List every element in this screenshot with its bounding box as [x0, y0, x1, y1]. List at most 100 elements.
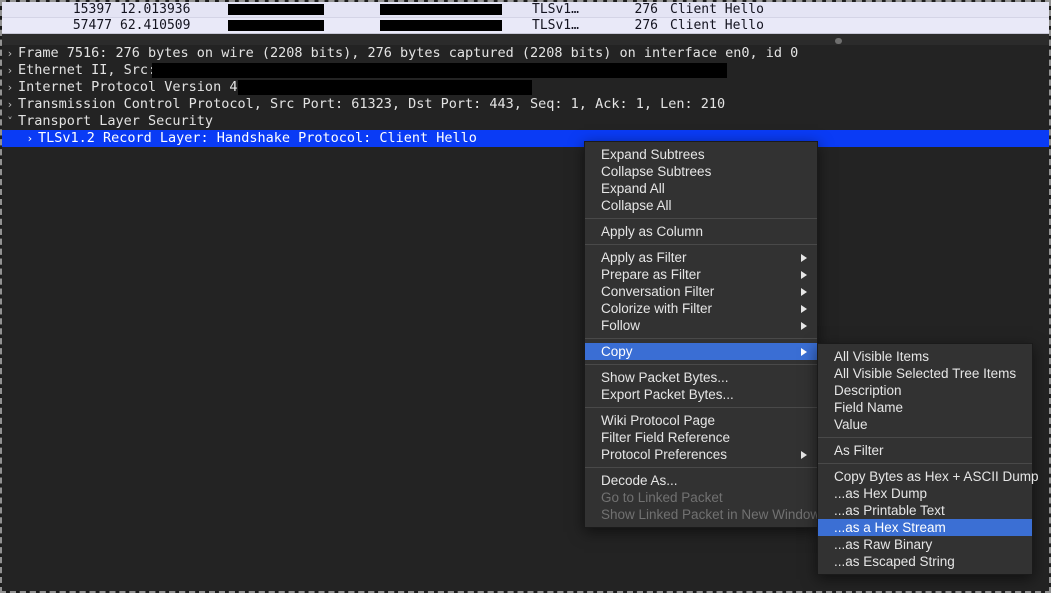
context-menu-item-wiki-protocol-page[interactable]: Wiki Protocol Page — [585, 412, 817, 429]
context-menu-item-collapse-subtrees[interactable]: Collapse Subtrees — [585, 163, 817, 180]
context-menu-item-copy[interactable]: Copy — [585, 343, 817, 360]
packet-detail-row[interactable]: ˅Transport Layer Security — [2, 113, 1049, 130]
packet-no: 15397 — [2, 2, 112, 17]
menu-item-label: Decode As... — [601, 473, 678, 488]
context-menu-item-collapse-all[interactable]: Collapse All — [585, 197, 817, 214]
menu-item-label: Show Packet Bytes... — [601, 370, 729, 385]
collapsed-twisty-icon[interactable]: › — [2, 79, 18, 96]
context-menu-item-export-packet-bytes[interactable]: Export Packet Bytes... — [585, 386, 817, 403]
packet-detail-label: Frame 7516: 276 bytes on wire (2208 bits… — [18, 45, 798, 61]
context-menu-separator — [585, 338, 817, 339]
menu-item-label: Copy Bytes as Hex + ASCII Dump — [834, 469, 1038, 484]
redacted-source-address — [228, 20, 324, 31]
packet-list-row[interactable]: 1539712.013936TLSv1…276Client Hello — [2, 2, 1049, 17]
menu-item-label: Show Linked Packet in New Window — [601, 507, 820, 522]
copy-submenu-item-as-filter[interactable]: As Filter — [818, 442, 1032, 459]
context-menu-separator — [585, 364, 817, 365]
context-menu-item-prepare-as-filter[interactable]: Prepare as Filter — [585, 266, 817, 283]
menu-item-label: Filter Field Reference — [601, 430, 730, 445]
menu-item-label: Description — [834, 383, 902, 398]
packet-detail-label: TLSv1.2 Record Layer: Handshake Protocol… — [38, 130, 477, 146]
context-menu-item-expand-subtrees[interactable]: Expand Subtrees — [585, 146, 817, 163]
context-menu-separator — [585, 218, 817, 219]
context-menu-separator — [585, 244, 817, 245]
packet-time: 62.410509 — [120, 18, 190, 33]
copy-submenu-item-value[interactable]: Value — [818, 416, 1032, 433]
context-menu-item-go-to-linked-packet: Go to Linked Packet — [585, 489, 817, 506]
context-menu-item-follow[interactable]: Follow — [585, 317, 817, 334]
collapsed-twisty-icon[interactable]: › — [2, 45, 18, 62]
copy-submenu-item-as-hex-dump[interactable]: ...as Hex Dump — [818, 485, 1032, 502]
copy-submenu-item-description[interactable]: Description — [818, 382, 1032, 399]
context-menu-item-decode-as[interactable]: Decode As... — [585, 472, 817, 489]
menu-item-label: ...as Printable Text — [834, 503, 945, 518]
copy-submenu-separator — [818, 463, 1032, 464]
collapsed-twisty-icon[interactable]: › — [22, 130, 38, 147]
menu-item-label: Field Name — [834, 400, 903, 415]
packet-detail-row[interactable]: ›Ethernet II, Src: — [2, 62, 1049, 79]
menu-item-label: All Visible Selected Tree Items — [834, 366, 1016, 381]
menu-item-label: ...as Hex Dump — [834, 486, 927, 501]
copy-submenu-item-as-raw-binary[interactable]: ...as Raw Binary — [818, 536, 1032, 553]
copy-submenu-item-field-name[interactable]: Field Name — [818, 399, 1032, 416]
context-menu-item-protocol-preferences[interactable]: Protocol Preferences — [585, 446, 817, 463]
copy-submenu-item-as-escaped-string[interactable]: ...as Escaped String — [818, 553, 1032, 570]
menu-item-label: Follow — [601, 318, 640, 333]
context-menu-item-apply-as-column[interactable]: Apply as Column — [585, 223, 817, 240]
submenu-arrow-icon — [801, 254, 807, 262]
packet-detail-label: Ethernet II, Src: — [18, 62, 164, 78]
context-menu-item-show-linked-packet-in-new-window: Show Linked Packet in New Window — [585, 506, 817, 523]
submenu-arrow-icon — [801, 305, 807, 313]
copy-submenu[interactable]: All Visible Items All Visible Selected Tr… — [817, 343, 1033, 575]
menu-item-label: Expand Subtrees — [601, 147, 705, 162]
copy-submenu-item-as-a-hex-stream[interactable]: ...as a Hex Stream — [818, 519, 1032, 536]
packet-detail-row[interactable]: ›Frame 7516: 276 bytes on wire (2208 bit… — [2, 45, 1049, 62]
menu-item-label: Copy — [601, 344, 633, 359]
submenu-arrow-icon — [801, 288, 807, 296]
collapsed-twisty-icon[interactable]: › — [2, 62, 18, 79]
submenu-arrow-icon — [801, 348, 807, 356]
menu-item-label: ...as Escaped String — [834, 554, 955, 569]
packet-list-pane[interactable]: 1539712.013936TLSv1…276Client Hello57477… — [2, 2, 1049, 33]
redacted-source-address — [228, 4, 324, 15]
submenu-arrow-icon — [801, 322, 807, 330]
context-menu-item-conversation-filter[interactable]: Conversation Filter — [585, 283, 817, 300]
context-menu-item-filter-field-reference[interactable]: Filter Field Reference — [585, 429, 817, 446]
packet-detail-label: Internet Protocol Version 4, — [18, 79, 254, 95]
wireshark-window: 1539712.013936TLSv1…276Client Hello57477… — [0, 0, 1051, 593]
packet-no: 57477 — [2, 18, 112, 33]
context-menu-separator — [585, 407, 817, 408]
context-menu-item-expand-all[interactable]: Expand All — [585, 180, 817, 197]
menu-item-label: ...as Raw Binary — [834, 537, 932, 552]
menu-item-label: Collapse Subtrees — [601, 164, 711, 179]
menu-item-label: Wiki Protocol Page — [601, 413, 715, 428]
copy-submenu-item-copy-bytes-as-hex-ascii-dump[interactable]: Copy Bytes as Hex + ASCII Dump — [818, 468, 1032, 485]
menu-item-label: Conversation Filter — [601, 284, 714, 299]
packet-detail-context-menu[interactable]: Expand Subtrees Collapse SubtreesExpand A… — [584, 141, 818, 528]
packet-detail-row[interactable]: ›Transmission Control Protocol, Src Port… — [2, 96, 1049, 113]
packet-list-row[interactable]: 5747762.410509TLSv1…276Client Hello — [2, 17, 1049, 33]
submenu-arrow-icon — [801, 271, 807, 279]
copy-submenu-item-as-printable-text[interactable]: ...as Printable Text — [818, 502, 1032, 519]
scrollbar-thumb[interactable] — [835, 38, 842, 44]
redacted-destination-address — [380, 20, 502, 31]
redacted-address-block — [238, 80, 532, 95]
context-menu-item-show-packet-bytes[interactable]: Show Packet Bytes... — [585, 369, 817, 386]
packet-detail-label: Transport Layer Security — [18, 113, 213, 129]
menu-item-label: Prepare as Filter — [601, 267, 701, 282]
menu-item-label: All Visible Items — [834, 349, 929, 364]
collapsed-twisty-icon[interactable]: › — [2, 96, 18, 113]
menu-item-label: Export Packet Bytes... — [601, 387, 734, 402]
copy-submenu-item-all-visible-selected-tree-items[interactable]: All Visible Selected Tree Items — [818, 365, 1032, 382]
context-menu-separator — [585, 467, 817, 468]
context-menu-item-colorize-with-filter[interactable]: Colorize with Filter — [585, 300, 817, 317]
packet-detail-row-selected[interactable]: ›TLSv1.2 Record Layer: Handshake Protoco… — [2, 130, 1049, 147]
expanded-twisty-icon[interactable]: ˅ — [2, 113, 18, 130]
packet-detail-row[interactable]: ›Internet Protocol Version 4, — [2, 79, 1049, 96]
menu-item-label: Apply as Column — [601, 224, 703, 239]
context-menu-item-apply-as-filter[interactable]: Apply as Filter — [585, 249, 817, 266]
packet-length: 276 — [622, 2, 658, 17]
menu-item-label: As Filter — [834, 443, 884, 458]
packet-length: 276 — [622, 18, 658, 33]
copy-submenu-item-all-visible-items[interactable]: All Visible Items — [818, 348, 1032, 365]
